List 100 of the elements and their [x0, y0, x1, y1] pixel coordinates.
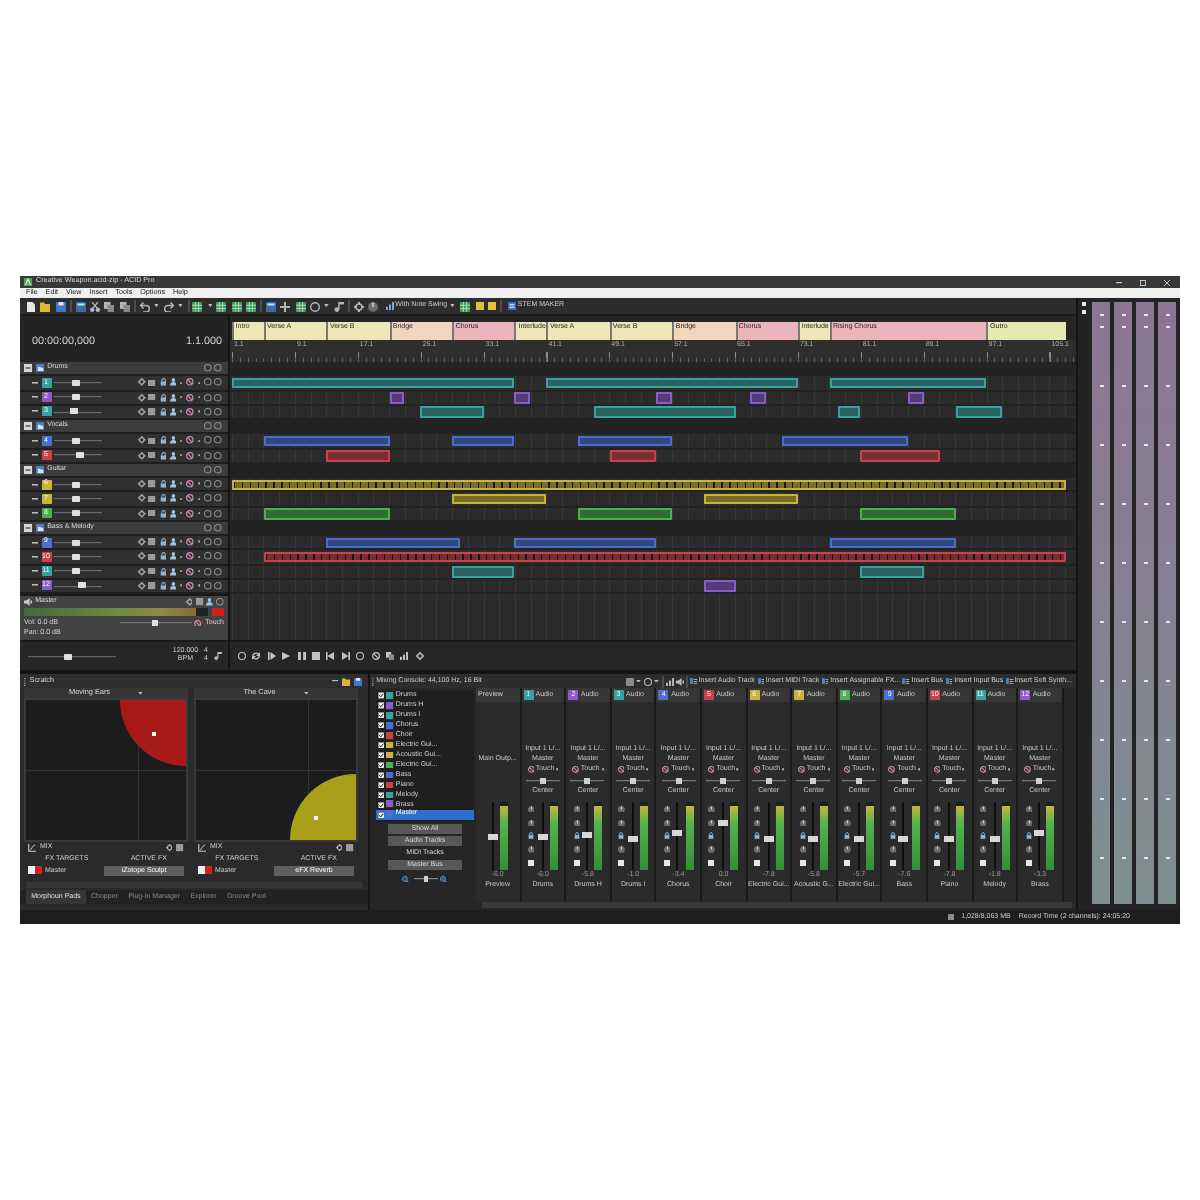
slider-thumb[interactable]: [72, 379, 80, 386]
square-icon[interactable]: [528, 860, 534, 867]
square-icon[interactable]: [844, 860, 851, 867]
caret-icon[interactable]: [207, 304, 213, 308]
slashed-circle-icon[interactable]: [186, 480, 194, 489]
pan-slider[interactable]: [616, 778, 651, 784]
collapse-icon[interactable]: [24, 465, 32, 474]
play-from-start-icon[interactable]: [267, 652, 276, 660]
knob-icon[interactable]: [528, 819, 535, 826]
crosshair-icon[interactable]: [137, 378, 146, 387]
caret-icon[interactable]: [654, 679, 660, 683]
grid-icon[interactable]: [231, 301, 242, 311]
knob-icon[interactable]: [663, 805, 671, 813]
ring-icon[interactable]: [356, 652, 365, 660]
pan-slider[interactable]: [706, 778, 741, 784]
lock-icon[interactable]: [844, 832, 851, 840]
curve-icon[interactable]: [198, 844, 206, 852]
crosshair-icon[interactable]: [137, 436, 146, 445]
slashed-circle-icon[interactable]: [572, 766, 580, 774]
pause-icon[interactable]: [297, 652, 306, 660]
slider-thumb[interactable]: [72, 437, 80, 444]
lock-icon[interactable]: [573, 832, 580, 840]
slider-thumb[interactable]: [76, 452, 84, 459]
crosshair-icon[interactable]: [137, 480, 146, 489]
slider-thumb[interactable]: [720, 778, 727, 784]
volume-slider[interactable]: [54, 437, 102, 444]
dash-icon[interactable]: [32, 555, 38, 558]
audio-clip[interactable]: [593, 406, 735, 418]
lock-icon[interactable]: [708, 832, 715, 840]
lock-icon[interactable]: [753, 832, 760, 840]
audio-clip[interactable]: [263, 508, 390, 520]
crosshair-icon[interactable]: [137, 494, 146, 503]
slashed-circle-icon[interactable]: [798, 766, 806, 774]
lock-icon[interactable]: [934, 832, 941, 840]
fader-thumb[interactable]: [1034, 829, 1045, 836]
ring-icon[interactable]: [238, 652, 246, 660]
lock-icon[interactable]: [159, 494, 167, 503]
fader-thumb[interactable]: [763, 836, 774, 843]
lock-icon[interactable]: [159, 378, 167, 387]
slashed-circle-icon[interactable]: [186, 378, 194, 387]
knob-icon[interactable]: [934, 846, 942, 854]
slider-thumb[interactable]: [810, 778, 817, 784]
pan-slider[interactable]: [525, 778, 560, 784]
caret-icon[interactable]: [177, 304, 183, 308]
audio-clip[interactable]: [263, 435, 390, 447]
person-icon[interactable]: [170, 509, 177, 518]
minimize-icon[interactable]: [332, 680, 338, 682]
square-icon[interactable]: [663, 860, 670, 867]
audio-clip[interactable]: [782, 435, 908, 447]
slashed-circle-icon[interactable]: [371, 652, 380, 660]
slashed-circle-icon[interactable]: [186, 393, 194, 402]
stop-icon[interactable]: [311, 652, 320, 660]
volume-slider[interactable]: [119, 619, 192, 627]
slashed-circle-icon[interactable]: [708, 766, 715, 774]
zoom-in-icon[interactable]: [440, 875, 448, 883]
slider-thumb[interactable]: [152, 619, 159, 627]
lock-icon[interactable]: [159, 509, 167, 518]
lock-icon[interactable]: [979, 832, 986, 840]
audio-clip[interactable]: [837, 406, 861, 418]
checkbox[interactable]: [378, 771, 385, 779]
pan-slider[interactable]: [932, 778, 967, 784]
volume-slider[interactable]: [54, 582, 102, 589]
collapse-icon[interactable]: [24, 364, 32, 373]
dash-icon[interactable]: [32, 381, 38, 384]
dash-icon[interactable]: [32, 541, 38, 544]
audio-clip[interactable]: [829, 537, 956, 549]
fader-thumb[interactable]: [989, 836, 1000, 843]
dash-icon[interactable]: [32, 512, 38, 515]
audio-clip[interactable]: [577, 435, 673, 447]
skip-forward-icon[interactable]: [341, 652, 350, 660]
grid-icon[interactable]: [216, 301, 227, 311]
knob-icon[interactable]: [799, 819, 806, 826]
pad-handle[interactable]: [152, 731, 156, 735]
lock-icon[interactable]: [889, 832, 896, 840]
zoom-slider[interactable]: [413, 876, 437, 883]
crosshair-icon[interactable]: [137, 509, 146, 518]
slashed-circle-icon[interactable]: [194, 619, 203, 627]
note-icon[interactable]: [333, 301, 344, 311]
grid-icon[interactable]: [246, 301, 257, 311]
person-icon[interactable]: [170, 436, 177, 445]
audio-clip[interactable]: [452, 566, 515, 578]
note-icon[interactable]: [214, 652, 222, 660]
pan-slider[interactable]: [661, 778, 696, 784]
volume-slider[interactable]: [54, 408, 102, 415]
person-icon[interactable]: [170, 494, 177, 503]
knob-icon[interactable]: [889, 846, 897, 854]
knob-icon[interactable]: [663, 819, 671, 826]
lock-icon[interactable]: [159, 393, 167, 402]
slider-thumb[interactable]: [675, 778, 682, 784]
fader-thumb[interactable]: [898, 836, 909, 843]
slashed-circle-icon[interactable]: [186, 538, 194, 547]
crosshair-icon[interactable]: [335, 844, 343, 852]
maximize-icon[interactable]: [1140, 279, 1146, 285]
crosshair-icon[interactable]: [185, 598, 193, 606]
checkbox[interactable]: [378, 751, 385, 759]
slider-thumb[interactable]: [78, 582, 86, 589]
audio-clip[interactable]: [514, 537, 657, 549]
knob-icon[interactable]: [934, 805, 942, 813]
slashed-circle-icon[interactable]: [186, 581, 194, 590]
audio-clip[interactable]: [514, 392, 531, 404]
